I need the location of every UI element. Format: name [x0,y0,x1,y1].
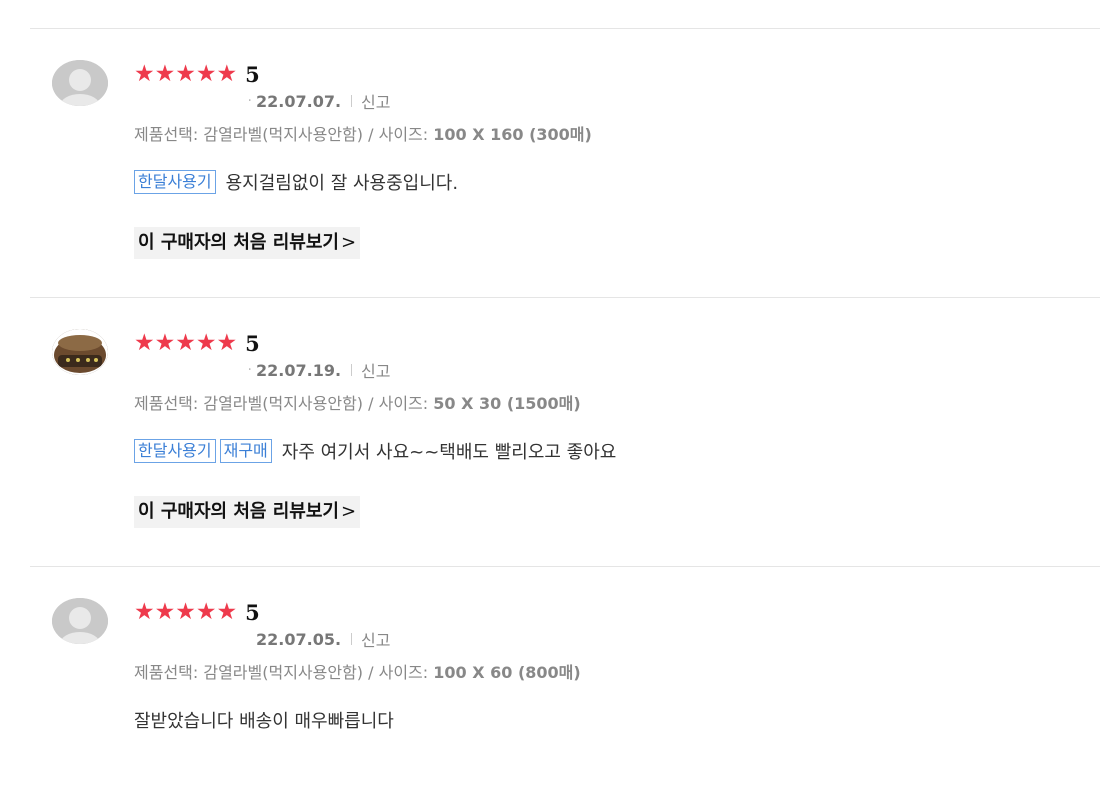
review-date: 22.07.07. [256,91,342,111]
first-review-link[interactable]: 이 구매자의 처음 리뷰보기 > [134,227,361,259]
report-link[interactable]: 신고 [361,627,390,651]
chevron-right-icon: > [340,501,357,522]
first-review-label: 이 구매자의 처음 리뷰보기 [138,501,339,522]
review-meta: · 22.07.19. 신고 [134,358,391,382]
default-user-icon [52,598,108,644]
review-content: 잘받았습니다 배송이 매우빠릅니다 [134,707,394,733]
divider [351,364,353,376]
product-option: 제품선택: 감열라벨(먹지사용안함) / 사이즈: 100 X 60 (800매… [134,659,581,683]
review-item: ★★★★★ 5 · 22.07.19. 신고 제품선택: 감열라벨(먹지사용안함… [30,297,1100,566]
review-date: 22.07.19. [256,360,342,380]
photo-avatar-icon [52,329,108,375]
divider [351,95,353,107]
review-text: 용지걸림없이 잘 사용중입니다. [225,173,459,194]
rating: ★★★★★ 5 [134,328,260,358]
rating-score: 5 [245,61,260,87]
review-tag: 한달사용기 [134,170,216,194]
review-tag: 재구매 [219,439,272,463]
reviewer-nickname: · [247,362,252,378]
rating: ★★★★★ 5 [134,597,260,627]
option-size: 50 X 30 (1500매) [433,394,581,413]
product-option: 제품선택: 감열라벨(먹지사용안함) / 사이즈: 50 X 30 (1500매… [134,390,581,414]
reviewer-nickname: · [247,93,252,109]
review-item: ★★★★★ 5 22.07.05. 신고 제품선택: 감열라벨(먹지사용안함) … [30,566,1100,747]
rating-score: 5 [245,599,260,625]
report-link[interactable]: 신고 [361,89,390,113]
first-review-link[interactable]: 이 구매자의 처음 리뷰보기 > [134,496,361,528]
report-link[interactable]: 신고 [361,358,390,382]
default-user-icon [52,60,108,106]
star-rating-icon: ★★★★★ [134,598,238,625]
chevron-right-icon: > [340,232,357,253]
option-size: 100 X 60 (800매) [433,663,581,682]
divider [351,633,353,645]
star-rating-icon: ★★★★★ [134,329,238,356]
review-text: 잘받았습니다 배송이 매우빠릅니다 [134,711,394,732]
review-item: ★★★★★ 5 · 22.07.07. 신고 제품선택: 감열라벨(먹지사용안함… [30,28,1100,297]
option-prefix: 제품선택: 감열라벨(먹지사용안함) / 사이즈: [134,125,434,144]
review-meta: · 22.07.07. 신고 [134,89,391,113]
review-meta: 22.07.05. 신고 [134,627,390,651]
review-content: 한달사용기 재구매 자주 여기서 사요~~택배도 빨리오고 좋아요 [134,438,616,464]
review-content: 한달사용기 용지걸림없이 잘 사용중입니다. [134,169,458,195]
product-option: 제품선택: 감열라벨(먹지사용안함) / 사이즈: 100 X 160 (300… [134,121,592,145]
option-size: 100 X 160 (300매) [433,125,592,144]
first-review-label: 이 구매자의 처음 리뷰보기 [138,232,339,253]
review-text: 자주 여기서 사요~~택배도 빨리오고 좋아요 [281,442,617,463]
option-prefix: 제품선택: 감열라벨(먹지사용안함) / 사이즈: [134,663,434,682]
rating-score: 5 [245,330,260,356]
option-prefix: 제품선택: 감열라벨(먹지사용안함) / 사이즈: [134,394,434,413]
star-rating-icon: ★★★★★ [134,60,238,87]
review-tag: 한달사용기 [134,439,216,463]
rating: ★★★★★ 5 [134,59,260,89]
review-date: 22.07.05. [256,629,342,649]
review-list: ★★★★★ 5 · 22.07.07. 신고 제품선택: 감열라벨(먹지사용안함… [30,28,1100,747]
